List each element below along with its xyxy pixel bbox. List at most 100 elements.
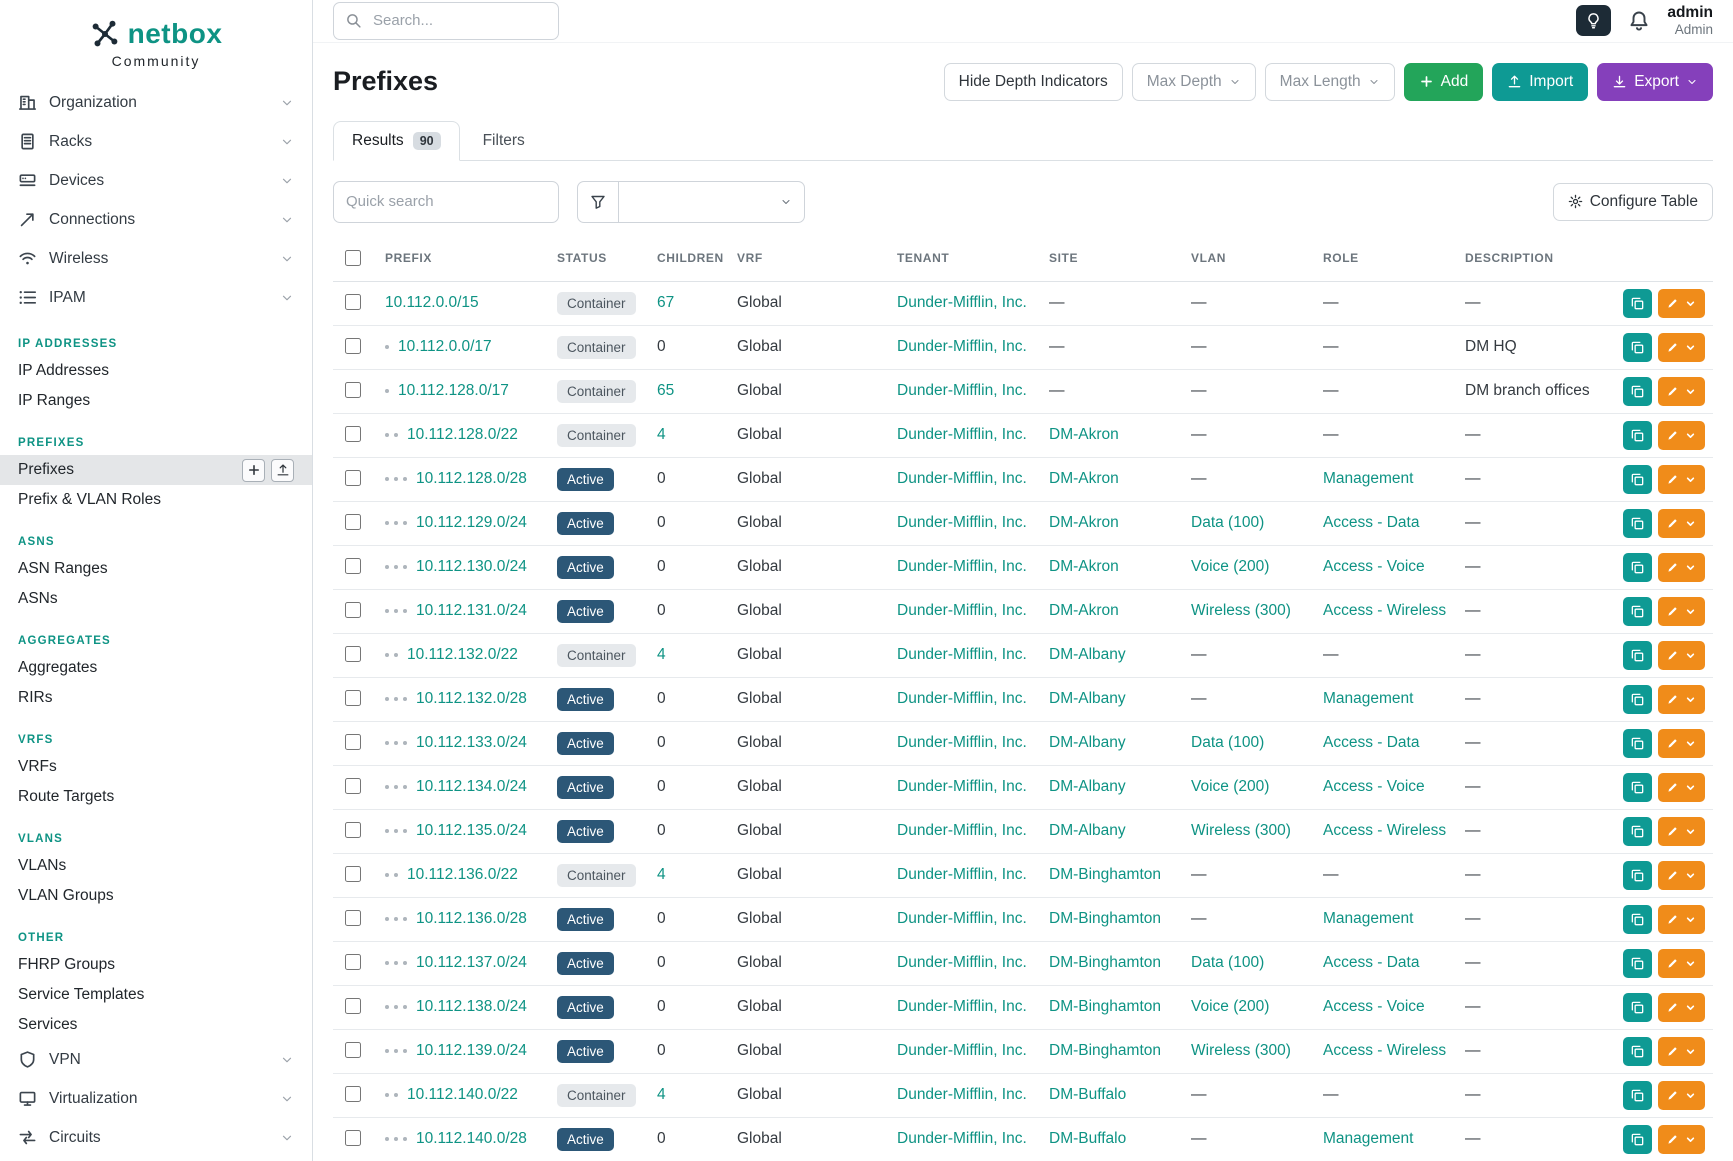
prefix-link[interactable]: 10.112.137.0/24 bbox=[416, 954, 527, 971]
row-select-checkbox[interactable] bbox=[345, 910, 361, 926]
children-count-link[interactable]: 4 bbox=[657, 866, 666, 883]
row-select-checkbox[interactable] bbox=[345, 1130, 361, 1146]
sidebar-item-asns[interactable]: ASNs bbox=[0, 584, 312, 614]
row-select-checkbox[interactable] bbox=[345, 778, 361, 794]
quick-search-input[interactable] bbox=[333, 181, 559, 223]
edit-button[interactable] bbox=[1658, 861, 1705, 890]
tenant-link[interactable]: Dunder-Mifflin, Inc. bbox=[897, 998, 1027, 1015]
sidebar-item-ip-ranges[interactable]: IP Ranges bbox=[0, 386, 312, 416]
site-link[interactable]: DM-Binghamton bbox=[1049, 910, 1161, 927]
sidebar-item-services[interactable]: Services bbox=[0, 1010, 312, 1040]
vlan-link[interactable]: Wireless (300) bbox=[1191, 602, 1291, 619]
edit-button[interactable] bbox=[1658, 333, 1705, 362]
clone-button[interactable] bbox=[1623, 861, 1652, 890]
edit-button[interactable] bbox=[1658, 1037, 1705, 1066]
tenant-link[interactable]: Dunder-Mifflin, Inc. bbox=[897, 294, 1027, 311]
export-button[interactable]: Export bbox=[1597, 63, 1713, 101]
tenant-link[interactable]: Dunder-Mifflin, Inc. bbox=[897, 426, 1027, 443]
tenant-link[interactable]: Dunder-Mifflin, Inc. bbox=[897, 382, 1027, 399]
prefix-link[interactable]: 10.112.128.0/22 bbox=[407, 426, 518, 443]
edit-button[interactable] bbox=[1658, 641, 1705, 670]
clone-button[interactable] bbox=[1623, 729, 1652, 758]
site-link[interactable]: DM-Akron bbox=[1049, 514, 1119, 531]
site-link[interactable]: DM-Albany bbox=[1049, 734, 1126, 751]
row-select-checkbox[interactable] bbox=[345, 514, 361, 530]
netbox-logo[interactable]: netbox Community bbox=[0, 0, 312, 69]
prefix-link[interactable]: 10.112.140.0/22 bbox=[407, 1086, 518, 1103]
site-link[interactable]: DM-Akron bbox=[1049, 558, 1119, 575]
clone-button[interactable] bbox=[1623, 333, 1652, 362]
row-select-checkbox[interactable] bbox=[345, 1042, 361, 1058]
vlan-link[interactable]: Data (100) bbox=[1191, 954, 1264, 971]
children-count-link[interactable]: 67 bbox=[657, 294, 674, 311]
role-link[interactable]: Access - Data bbox=[1323, 734, 1419, 751]
children-count-link[interactable]: 4 bbox=[657, 426, 666, 443]
clone-button[interactable] bbox=[1623, 773, 1652, 802]
row-select-checkbox[interactable] bbox=[345, 470, 361, 486]
tenant-link[interactable]: Dunder-Mifflin, Inc. bbox=[897, 778, 1027, 795]
tenant-link[interactable]: Dunder-Mifflin, Inc. bbox=[897, 1130, 1027, 1147]
row-select-checkbox[interactable] bbox=[345, 338, 361, 354]
role-link[interactable]: Access - Voice bbox=[1323, 998, 1425, 1015]
row-select-checkbox[interactable] bbox=[345, 646, 361, 662]
prefix-link[interactable]: 10.112.130.0/24 bbox=[416, 558, 527, 575]
row-select-checkbox[interactable] bbox=[345, 558, 361, 574]
clone-button[interactable] bbox=[1623, 905, 1652, 934]
sidebar-item-vpn[interactable]: VPN bbox=[0, 1040, 312, 1079]
column-header-site[interactable]: SITE bbox=[1041, 237, 1183, 282]
row-select-checkbox[interactable] bbox=[345, 426, 361, 442]
theme-toggle-button[interactable] bbox=[1576, 5, 1611, 36]
row-select-checkbox[interactable] bbox=[345, 294, 361, 310]
sidebar-item-vlans[interactable]: VLANs bbox=[0, 851, 312, 881]
sidebar-item-organization[interactable]: Organization bbox=[0, 83, 312, 122]
prefix-link[interactable]: 10.112.136.0/28 bbox=[416, 910, 527, 927]
row-select-checkbox[interactable] bbox=[345, 954, 361, 970]
edit-button[interactable] bbox=[1658, 597, 1705, 626]
column-header-prefix[interactable]: PREFIX bbox=[377, 237, 549, 282]
prefix-link[interactable]: 10.112.129.0/24 bbox=[416, 514, 527, 531]
children-count-link[interactable]: 65 bbox=[657, 382, 674, 399]
row-select-checkbox[interactable] bbox=[345, 734, 361, 750]
edit-button[interactable] bbox=[1658, 729, 1705, 758]
prefix-link[interactable]: 10.112.136.0/22 bbox=[407, 866, 518, 883]
site-link[interactable]: DM-Akron bbox=[1049, 470, 1119, 487]
prefix-link[interactable]: 10.112.133.0/24 bbox=[416, 734, 527, 751]
sidebar-item-wireless[interactable]: Wireless bbox=[0, 239, 312, 278]
vlan-link[interactable]: Wireless (300) bbox=[1191, 1042, 1291, 1059]
sidebar-item-ipam[interactable]: IPAM bbox=[0, 278, 312, 317]
tenant-link[interactable]: Dunder-Mifflin, Inc. bbox=[897, 514, 1027, 531]
sidebar-item-connections[interactable]: Connections bbox=[0, 200, 312, 239]
clone-button[interactable] bbox=[1623, 817, 1652, 846]
row-select-checkbox[interactable] bbox=[345, 1086, 361, 1102]
prefix-link[interactable]: 10.112.0.0/15 bbox=[385, 294, 479, 311]
prefix-link[interactable]: 10.112.128.0/17 bbox=[398, 382, 509, 399]
vlan-link[interactable]: Voice (200) bbox=[1191, 778, 1269, 795]
clone-button[interactable] bbox=[1623, 553, 1652, 582]
clone-button[interactable] bbox=[1623, 1037, 1652, 1066]
tenant-link[interactable]: Dunder-Mifflin, Inc. bbox=[897, 470, 1027, 487]
role-link[interactable]: Management bbox=[1323, 1130, 1413, 1147]
sidebar-item-service-templates[interactable]: Service Templates bbox=[0, 980, 312, 1010]
site-link[interactable]: DM-Buffalo bbox=[1049, 1086, 1126, 1103]
column-header-vrf[interactable]: VRF bbox=[729, 237, 889, 282]
vlan-link[interactable]: Wireless (300) bbox=[1191, 822, 1291, 839]
site-link[interactable]: DM-Akron bbox=[1049, 602, 1119, 619]
prefix-link[interactable]: 10.112.139.0/24 bbox=[416, 1042, 527, 1059]
row-select-checkbox[interactable] bbox=[345, 866, 361, 882]
select-all-checkbox[interactable] bbox=[345, 250, 361, 266]
sidebar-import-prefix-button[interactable] bbox=[271, 459, 294, 482]
clone-button[interactable] bbox=[1623, 685, 1652, 714]
edit-button[interactable] bbox=[1658, 377, 1705, 406]
clone-button[interactable] bbox=[1623, 465, 1652, 494]
prefix-link[interactable]: 10.112.0.0/17 bbox=[398, 338, 492, 355]
prefix-link[interactable]: 10.112.140.0/28 bbox=[416, 1130, 527, 1147]
clone-button[interactable] bbox=[1623, 377, 1652, 406]
edit-button[interactable] bbox=[1658, 773, 1705, 802]
configure-table-button[interactable]: Configure Table bbox=[1553, 183, 1713, 221]
prefix-link[interactable]: 10.112.135.0/24 bbox=[416, 822, 527, 839]
clone-button[interactable] bbox=[1623, 949, 1652, 978]
sidebar-item-fhrp-groups[interactable]: FHRP Groups bbox=[0, 950, 312, 980]
edit-button[interactable] bbox=[1658, 1081, 1705, 1110]
site-link[interactable]: DM-Binghamton bbox=[1049, 1042, 1161, 1059]
site-link[interactable]: DM-Akron bbox=[1049, 426, 1119, 443]
